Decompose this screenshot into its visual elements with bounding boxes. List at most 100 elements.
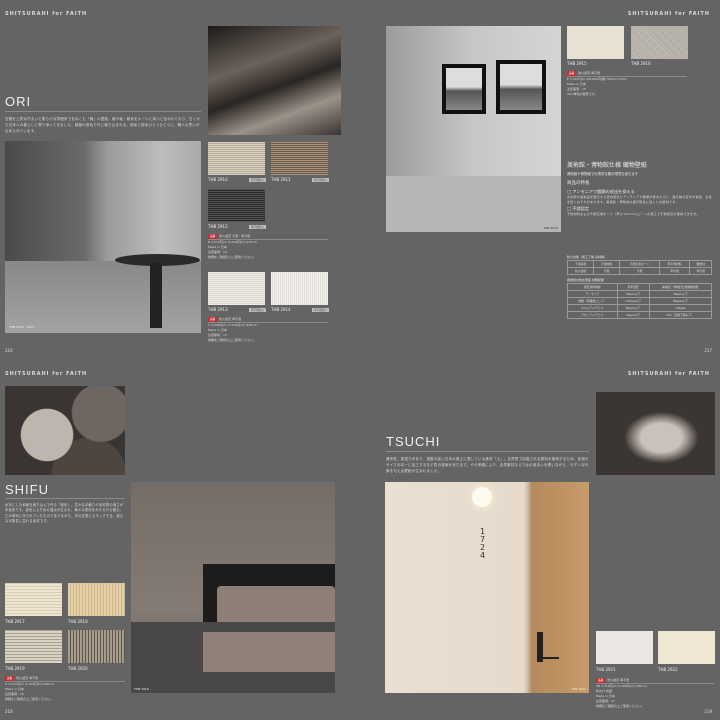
table-cell: N.D（定量下限以下） [648,311,713,319]
swatch-code: THB 2915 [567,61,587,66]
photo-caption: THB 2922 [571,687,586,691]
feature-1-text: 文化財や美術品を展示する室内環境にアンモニアや酸類が含まれると、展示物の変化や退… [567,195,712,204]
spec-tables: 防火性能（施工下地 基材等） 下地基材 不燃材料 不燃石膏ボード 準不燃材料 難燃材 防火… [566,255,713,319]
photo-caption: THB 2910 · 2913 [9,325,35,329]
emission-table: 測定対象物質 基準濃度 美術館・博物館仕様織物壁紙 アンモニア 30ppb以下 30ppb… [567,283,713,319]
info-line: 防火認定 準不燃 [219,317,242,321]
swatch-thb2910[interactable] [208,142,265,175]
swatch-thb2917[interactable] [5,583,62,616]
section-title-tsuchi: TSUCHI [386,434,441,449]
divider [5,498,125,499]
table-row: ホルムアルデヒド 80ppb以下 <46ppb [567,304,713,312]
table2-title: 各物質の放出濃度 試験結果 [567,278,604,282]
badge: 品番 [5,676,15,681]
page-header: SHITSURAHI for FAITH [627,371,710,377]
table-cell: 準不燃材料 [658,260,691,268]
photo-caption: THB 2916 [134,687,149,691]
swatch-code: THB 2916 [631,61,651,66]
swatch-thb2922[interactable] [658,631,715,664]
badge: 品番 [567,71,577,76]
table-cell: 不燃材料 [593,260,621,268]
info-line: 防火認定 準不燃 [578,71,601,75]
info-line: 防火認定 不燃・準不燃 [219,234,251,238]
swatch-code: THB 2922 [658,667,678,672]
swatch-thb2911[interactable] [271,142,328,175]
info-line: 詳細をご確認の上ご使用ください。 [208,255,257,259]
table-row: 測定対象物質 基準濃度 美術館・博物館仕様織物壁紙 [567,283,713,291]
page-number: 217 [704,348,712,353]
swatch-code: THB 2917 [5,619,25,624]
info-line: 防火認定 準不燃 [16,676,39,680]
page-number: 218 [5,709,13,714]
table-cell: 準不燃 [689,267,712,275]
table-cell: 30ppb以下 [616,311,650,319]
badge: 品番 [596,678,606,683]
table-cell: 80ppb以下 [616,304,650,312]
fire-tag: 準不燃防火 [312,308,329,312]
info-line: 30m単位の販売です。 [567,92,598,96]
divider [5,111,201,112]
table-cell: 170ppb以下 [616,297,650,305]
swatch-thb2921[interactable] [596,631,653,664]
table-cell: 不燃 [619,267,660,275]
swatch-code: THB 2910 [208,177,228,182]
door-number: 1724 [480,527,486,560]
photo-caption: THB 2915 [543,226,558,230]
product-info: 品番 防火認定 準不燃 E 3,370円/m (60,000円/巻) 930cm×… [567,71,687,97]
table-cell: <46ppb [648,304,713,312]
table-cell: 防火性能 [566,267,595,275]
tsuchi-description: 通気性、保湿力があり、湿度の高い日本の風土に適している素材「土」。自然界で採取さ… [386,457,589,473]
feature-2-text: 不燃材料および不燃石膏ボード（厚さ12mm以上）への施工で不燃認定が取得できます… [567,212,700,216]
fire-table: 下地基材 不燃材料 不燃石膏ボード 準不燃材料 難燃材 防火性能 不燃 不燃 準不燃 準不燃 [566,260,712,275]
info-line: 防火認定 準不燃 [607,678,630,682]
shifu-description: 糸状にした和紙を織り込んで作る「紙布」。豊かな手触りや素材感の強さが印象的です。… [5,503,124,524]
product-info-2: 品番 防火認定 準不燃 C 3,240円/m (3,100円/m) 930cm M… [208,317,328,343]
swatch-thb2914[interactable] [271,272,328,305]
table-row: 下地基材 不燃材料 不燃石膏ボード 準不燃材料 難燃材 [566,260,712,268]
table-cell: 準不燃 [658,267,691,275]
table-cell: ホルムアルデヒド [567,304,618,312]
table-cell: 基準濃度 [616,283,650,291]
section-title-ori: ORI [5,94,32,109]
table-row: 酢酸（有機酸として） 170ppb以下 80ppb以下 [567,297,713,305]
section-title-shifu: SHIFU [5,482,49,497]
page-number: 219 [704,709,712,714]
swatch-code: THB 2920 [68,666,88,671]
bedroom-photo: THB 2916 [131,482,335,693]
museum-subtitle: 美術館や博物館での適切な展示環境を保ちます [567,172,639,176]
features-heading: 商品の特長 [567,181,590,186]
table-row: アセトアルデヒド 30ppb以下 N.D（定量下限以下） [567,311,713,319]
info-line: 詳細をご確認の上ご使用ください。 [208,338,257,342]
museum-spec-section: 美術館・博物館仕様 織物壁紙 美術館や博物館での適切な展示環境を保ちます 商品の… [567,160,712,217]
table-cell: 下地基材 [566,260,595,268]
ori-description: 空間を上質な佇まいと柔らかな雰囲気で包みこむ「織」の壁紙。襖や紙・絹糸をルーツに… [5,117,201,133]
swatch-thb2920[interactable] [68,630,125,663]
ori-room-photo: THB 2910 · 2913 [5,141,201,333]
fire-tag: 準不燃防火 [249,178,266,182]
badge: 品番 [208,234,218,239]
swatch-code: THB 2913 [208,307,228,312]
swatch-thb2919[interactable] [5,630,62,663]
table-row: 防火性能 不燃 不燃 準不燃 準不燃 [566,267,712,275]
swatch-thb2913[interactable] [208,272,265,305]
museum-title: 美術館・博物館仕様 織物壁紙 [567,162,647,169]
swatch-thb2915[interactable] [567,26,624,59]
clay-photo [596,392,715,475]
swatch-thb2916[interactable] [631,26,688,59]
swatch-code: THB 2911 [271,177,291,182]
table-cell: 30ppb以下 [616,290,650,298]
table-cell: 80ppb以下 [648,297,713,305]
swatch-code: THB 2919 [5,666,25,671]
page-number: 216 [5,348,13,353]
fire-tag: 準不燃防火 [312,178,329,182]
table1-title: 防火性能（施工下地 基材等） [567,255,607,259]
table-cell: 美術館・博物館仕様織物壁紙 [648,283,713,291]
table-cell: 測定対象物質 [567,283,618,291]
table-cell: 不燃石膏ボード [619,260,660,268]
swatch-thb2918[interactable] [68,583,125,616]
swatch-thb2912[interactable] [208,189,265,222]
table-cell: 難燃材 [689,260,712,268]
table-cell: 30ppb以下 [648,290,713,298]
table-cell: アセトアルデヒド [567,311,618,319]
product-info: 品番 防火認定 準不燃 D 3,070円/m (3,300円/m) 930cm M… [5,676,125,702]
